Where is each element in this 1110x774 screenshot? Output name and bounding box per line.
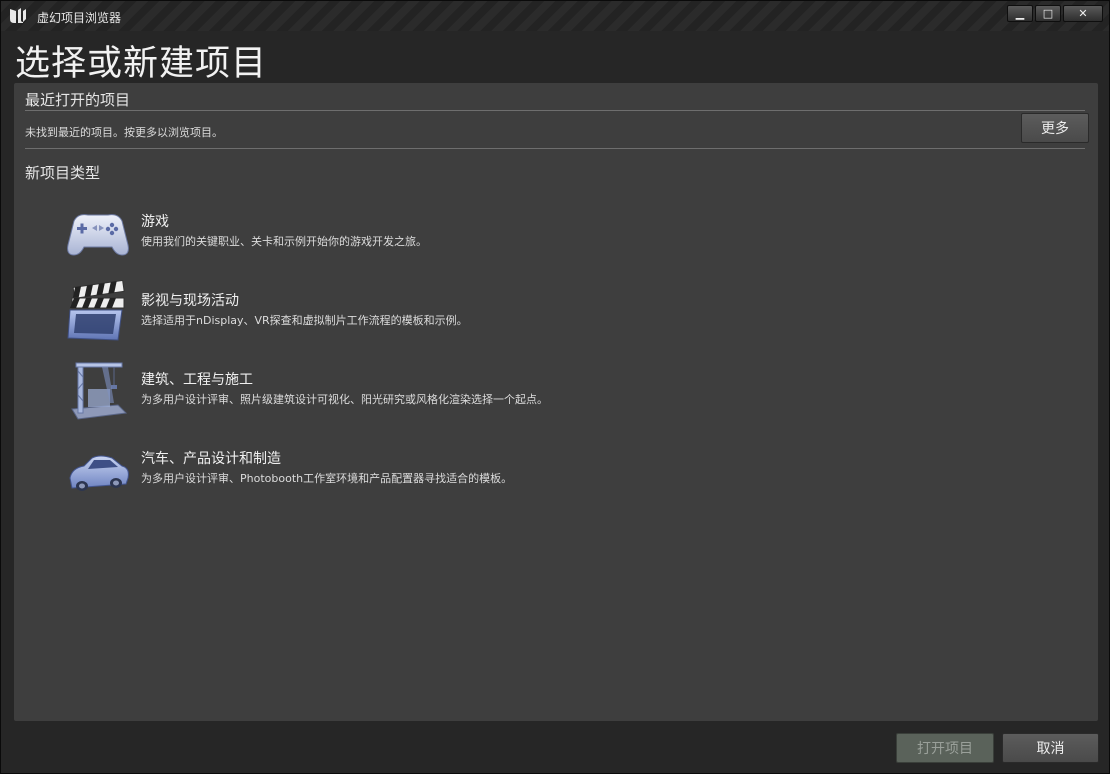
main-panel: 最近打开的项目 未找到最近的项目。按更多以浏览项目。 更多 新项目类型 游戏 使… — [14, 83, 1098, 721]
minimize-icon: ▁ — [1015, 7, 1025, 20]
category-description: 为多用户设计评审、Photobooth工作室环境和产品配置器寻找适合的模板。 — [141, 472, 513, 485]
project-browser-window: 虚幻项目浏览器 ▁ □ ✕ 选择或新建项目 最近打开的项目 未找到最近的项目。按… — [0, 0, 1110, 774]
category-name: 汽车、产品设计和制造 — [141, 451, 281, 467]
close-button[interactable]: ✕ — [1063, 5, 1103, 22]
category-name: 影视与现场活动 — [141, 293, 239, 309]
unreal-logo-icon — [10, 8, 26, 23]
title-bar[interactable]: 虚幻项目浏览器 ▁ □ ✕ — [1, 1, 1109, 31]
category-name: 游戏 — [141, 214, 169, 230]
close-icon: ✕ — [1078, 7, 1088, 20]
category-description: 使用我们的关键职业、关卡和示例开始你的游戏开发之旅。 — [141, 235, 427, 248]
window-title: 虚幻项目浏览器 — [37, 11, 122, 25]
cancel-button[interactable]: 取消 — [1002, 733, 1099, 763]
category-games[interactable]: 游戏 使用我们的关键职业、关卡和示例开始你的游戏开发之旅。 — [64, 201, 964, 271]
category-name: 建筑、工程与施工 — [141, 372, 253, 388]
category-automotive[interactable]: 汽车、产品设计和制造 为多用户设计评审、Photobooth工作室环境和产品配置… — [64, 438, 964, 508]
window-controls: ▁ □ ✕ — [1005, 5, 1103, 22]
recent-divider-top — [25, 110, 1085, 111]
open-project-button[interactable]: 打开项目 — [896, 733, 994, 763]
new-project-types-title: 新项目类型 — [25, 164, 101, 182]
car-icon — [69, 455, 129, 491]
more-button[interactable]: 更多 — [1021, 113, 1089, 143]
recent-projects-title: 最近打开的项目 — [25, 91, 131, 109]
maximize-button[interactable]: □ — [1035, 5, 1061, 22]
category-film-live-events[interactable]: 影视与现场活动 选择适用于nDisplay、VR探查和虚拟制片工作流程的模板和示… — [64, 280, 964, 350]
recent-divider-bottom — [25, 148, 1085, 149]
gamepad-icon — [67, 214, 129, 256]
minimize-button[interactable]: ▁ — [1007, 5, 1033, 22]
category-description: 选择适用于nDisplay、VR探查和虚拟制片工作流程的模板和示例。 — [141, 314, 468, 327]
page-title: 选择或新建项目 — [15, 44, 268, 84]
maximize-icon: □ — [1042, 7, 1054, 20]
clapperboard-icon — [67, 280, 125, 341]
category-description: 为多用户设计评审、照片级建筑设计可视化、阳光研究或风格化渲染选择一个起点。 — [141, 393, 548, 406]
category-architecture[interactable]: 建筑、工程与施工 为多用户设计评审、照片级建筑设计可视化、阳光研究或风格化渲染选… — [64, 359, 964, 429]
crane-icon — [71, 362, 128, 420]
recent-empty-message: 未找到最近的项目。按更多以浏览项目。 — [25, 126, 223, 139]
